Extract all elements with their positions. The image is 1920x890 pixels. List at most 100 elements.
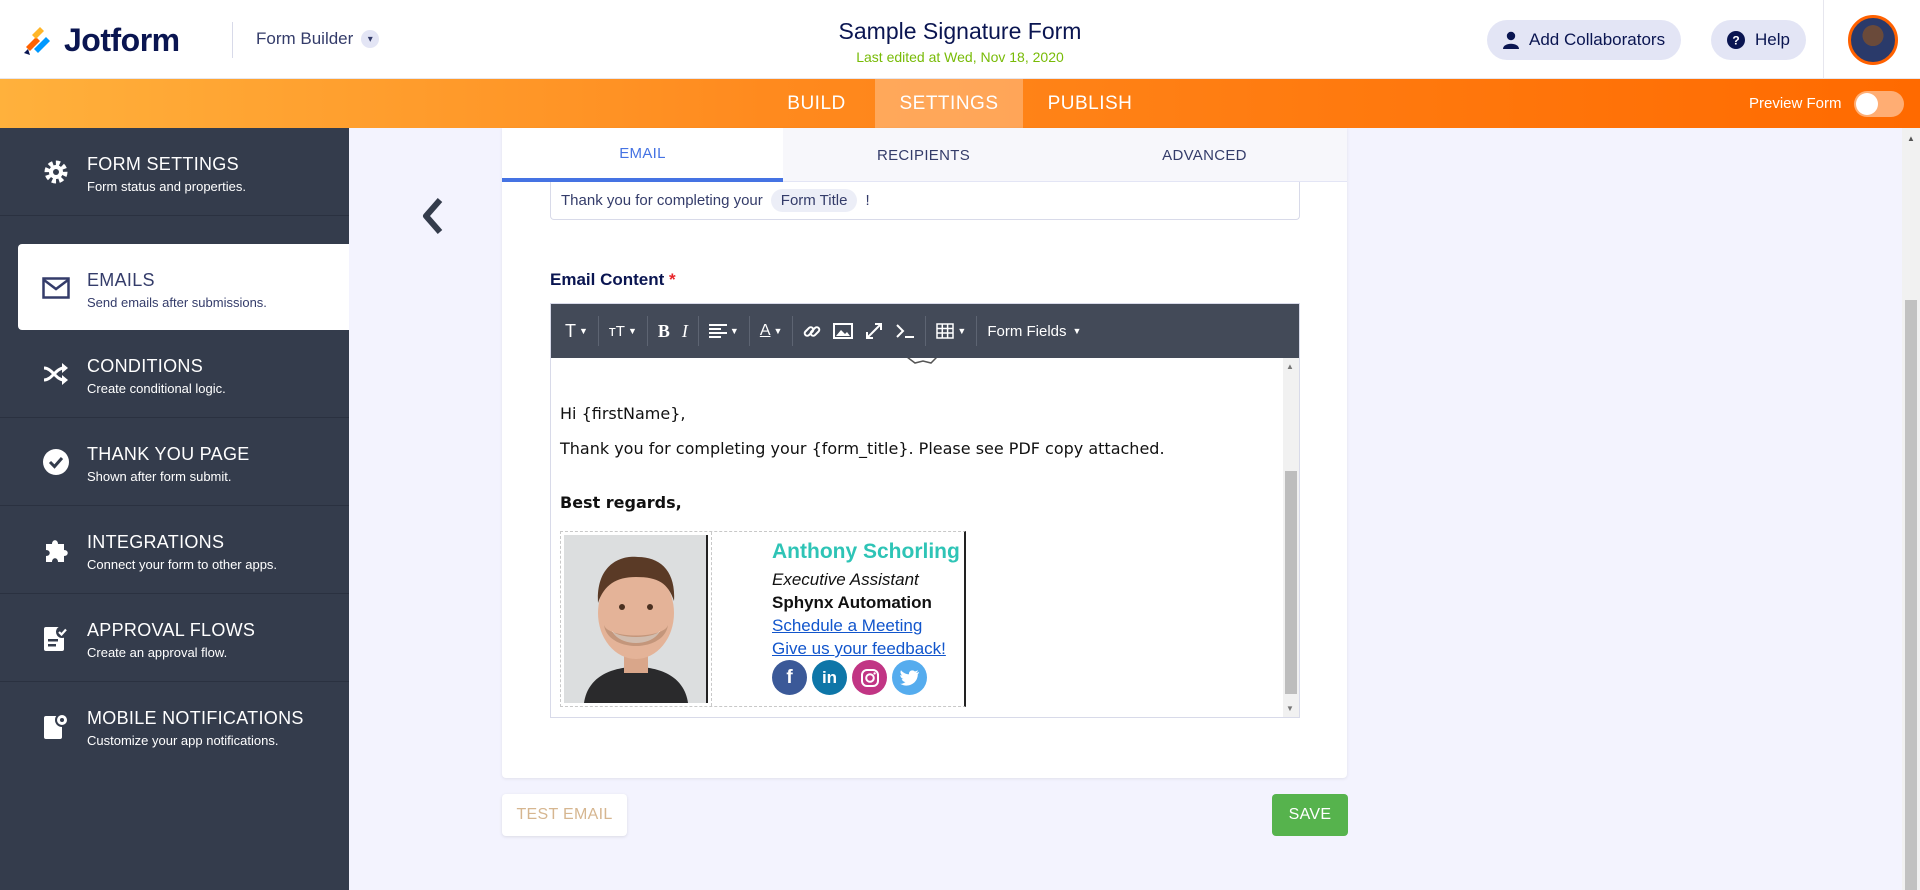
facebook-icon[interactable]: f [772, 660, 807, 695]
mobile-notification-icon [42, 712, 70, 740]
sidebar-item-thank-you-page[interactable]: THANK YOU PAGE Shown after form submit. [0, 418, 349, 506]
email-body-content[interactable]: Hi {firstName}, Thank you for completing… [551, 358, 1299, 717]
code-view-button[interactable] [889, 304, 921, 358]
toolbar-separator [976, 316, 978, 346]
help-icon: ? [1727, 31, 1745, 49]
email-subject-field[interactable]: Thank you for completing your Form Title… [550, 182, 1300, 220]
email-settings-panel: EMAIL RECIPIENTS ADVANCED Thank you for … [502, 128, 1347, 778]
table-button[interactable]: ▼ [930, 304, 972, 358]
signature-name: Anthony Schorling [772, 540, 960, 563]
signature-photo [564, 535, 708, 703]
preview-form-toggle[interactable] [1853, 90, 1904, 117]
font-size-icon: ᴛT [608, 322, 625, 340]
add-collaborators-button[interactable]: Add Collaborators [1487, 20, 1682, 60]
sidebar-item-integrations[interactable]: INTEGRATIONS Connect your form to other … [0, 506, 349, 594]
sidebar-item-title: FORM SETTINGS [87, 154, 239, 174]
align-button[interactable]: ▼ [703, 304, 745, 358]
user-avatar[interactable] [1848, 15, 1898, 65]
editor-scroll-thumb[interactable] [1285, 471, 1297, 694]
form-fields-dropdown[interactable]: Form Fields ▼ [981, 323, 1087, 340]
sidebar-item-conditions[interactable]: CONDITIONS Create conditional logic. [0, 330, 349, 418]
email-content-text: Email Content [550, 270, 665, 289]
tab-recipients[interactable]: RECIPIENTS [783, 128, 1064, 182]
italic-button[interactable]: I [676, 304, 694, 358]
signature-divider [711, 532, 712, 706]
bold-button[interactable]: B [652, 304, 676, 358]
form-title[interactable]: Sample Signature Form [760, 18, 1160, 45]
page-scroll-thumb[interactable] [1905, 300, 1917, 890]
schedule-meeting-link[interactable]: Schedule a Meeting [772, 616, 922, 636]
approval-icon [42, 624, 70, 652]
user-icon [1503, 31, 1519, 49]
form-builder-label: Form Builder [256, 29, 354, 48]
tab-publish[interactable]: PUBLISH [1035, 79, 1145, 128]
form-title-chip[interactable]: Form Title [770, 189, 858, 212]
caret-down-icon: ▼ [1072, 326, 1082, 336]
fullscreen-button[interactable] [859, 304, 889, 358]
scroll-up-arrow-icon[interactable]: ▲ [1286, 362, 1294, 371]
align-left-icon [708, 324, 727, 338]
chevron-down-icon: ▾ [361, 30, 380, 48]
test-email-button[interactable]: TEST EMAIL [502, 794, 627, 836]
sidebar-item-subtitle: Customize your app notifications. [87, 733, 279, 748]
sidebar-item-subtitle: Send emails after submissions. [87, 295, 267, 310]
font-size-button[interactable]: ᴛT ▼ [603, 304, 643, 358]
email-greeting: Hi {firstName}, [560, 404, 686, 423]
tab-advanced[interactable]: ADVANCED [1064, 128, 1345, 182]
signature-company: Sphynx Automation [772, 593, 932, 612]
instagram-icon[interactable] [852, 660, 887, 695]
subject-suffix: ! [865, 192, 870, 209]
sidebar-item-title: INTEGRATIONS [87, 532, 225, 552]
image-icon [833, 323, 854, 339]
tab-settings[interactable]: SETTINGS [875, 79, 1023, 128]
editor-toolbar: T ▼ ᴛT ▼ B I ▼ A ▼ ▼ Form Fields ▼ [551, 304, 1299, 358]
sidebar-item-emails[interactable]: EMAILS Send emails after submissions. [18, 244, 349, 330]
help-button[interactable]: ? Help [1711, 20, 1806, 60]
email-tabs: EMAIL RECIPIENTS ADVANCED [502, 128, 1347, 182]
email-closing: Best regards, [560, 493, 682, 512]
clipped-graphic [907, 358, 938, 364]
svg-text:?: ? [1732, 34, 1739, 48]
sidebar-item-subtitle: Create conditional logic. [87, 381, 226, 396]
back-arrow-icon[interactable] [418, 196, 448, 236]
main-nav: BUILD SETTINGS PUBLISH Preview Form [0, 79, 1920, 128]
last-edited-text: Last edited at Wed, Nov 18, 2020 [856, 49, 1064, 65]
header-separator [1823, 0, 1824, 79]
email-signature: Anthony Schorling Executive Assistant Sp… [560, 531, 966, 707]
editor-scrollbar[interactable]: ▲ ▼ [1283, 358, 1299, 717]
page-scrollbar[interactable]: ▲ [1902, 128, 1920, 890]
form-builder-dropdown[interactable]: Form Builder ▾ [256, 29, 380, 49]
email-content-label: Email Content * [550, 270, 676, 290]
jotform-logo[interactable]: Jotform [22, 22, 180, 59]
toolbar-separator [597, 316, 599, 346]
linkedin-icon[interactable]: in [812, 660, 847, 695]
sidebar-item-form-settings[interactable]: FORM SETTINGS Form status and properties… [0, 128, 349, 216]
tab-build[interactable]: BUILD [770, 79, 863, 128]
terminal-icon [896, 324, 915, 338]
twitter-icon[interactable] [892, 660, 927, 695]
logo-text: Jotform [64, 22, 180, 58]
save-button[interactable]: SAVE [1272, 794, 1348, 836]
add-collaborators-label: Add Collaborators [1529, 30, 1666, 49]
gear-icon [42, 158, 70, 186]
sidebar-item-mobile-notifications[interactable]: MOBILE NOTIFICATIONS Customize your app … [0, 682, 349, 770]
signature-role: Executive Assistant [772, 570, 919, 589]
sidebar-item-subtitle: Create an approval flow. [87, 645, 228, 660]
font-family-button[interactable]: T ▼ [559, 304, 594, 358]
toolbar-separator [646, 316, 648, 346]
text-color-button[interactable]: A ▼ [754, 304, 789, 358]
scroll-down-arrow-icon[interactable]: ▼ [1286, 704, 1294, 713]
feedback-link[interactable]: Give us your feedback! [772, 639, 946, 659]
sidebar-item-title: EMAILS [87, 270, 155, 290]
email-content-editor: T ▼ ᴛT ▼ B I ▼ A ▼ ▼ Form Fields ▼ Hi {f… [550, 303, 1300, 718]
scroll-up-arrow-icon[interactable]: ▲ [1907, 134, 1915, 143]
image-button[interactable] [827, 304, 859, 358]
font-icon: T [565, 320, 576, 341]
link-button[interactable] [797, 304, 827, 358]
bold-icon: B [657, 320, 670, 341]
sidebar-item-approval-flows[interactable]: APPROVAL FLOWS Create an approval flow. [0, 594, 349, 682]
form-title-block: Sample Signature Form Last edited at Wed… [760, 18, 1160, 65]
sidebar-item-title: APPROVAL FLOWS [87, 620, 256, 640]
preview-form-label: Preview Form [1749, 95, 1842, 112]
tab-email[interactable]: EMAIL [502, 128, 783, 182]
